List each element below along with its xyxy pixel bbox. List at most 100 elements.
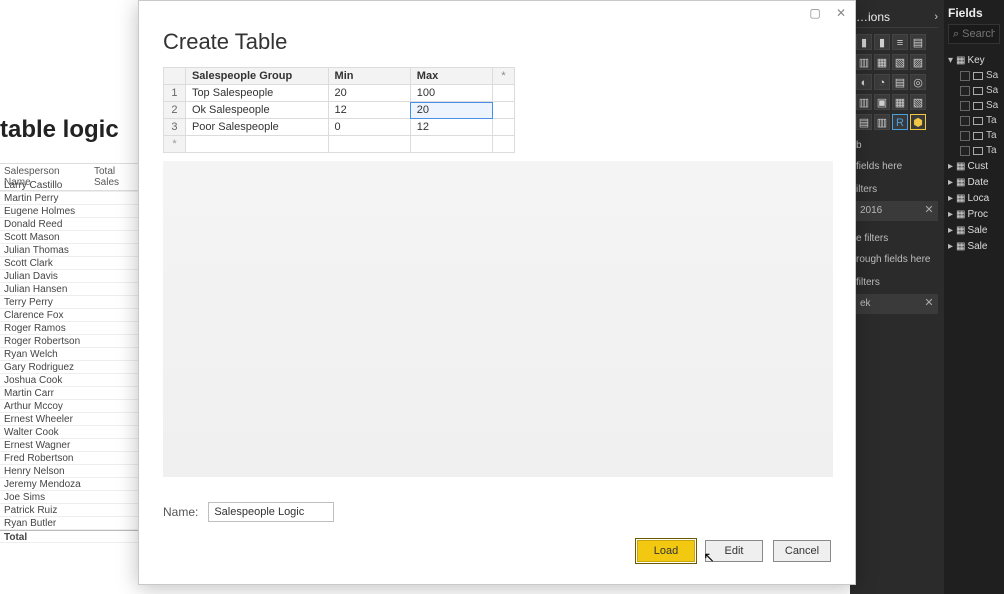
list-item[interactable]: Ernest Wagner	[0, 439, 138, 452]
checkbox-icon[interactable]	[960, 116, 970, 126]
chart-icon-4[interactable]: ▤	[910, 34, 926, 50]
col-header-group[interactable]: Salespeople Group	[185, 68, 328, 85]
table-row[interactable]: 3Poor Salespeople012	[164, 119, 515, 136]
list-item[interactable]: Scott Mason	[0, 231, 138, 244]
checkbox-icon[interactable]	[960, 101, 970, 111]
fields-drop-hint[interactable]: fields here	[856, 161, 938, 172]
table-name-input[interactable]	[208, 502, 334, 522]
list-item[interactable]: Roger Robertson	[0, 335, 138, 348]
list-item[interactable]: Arthur Mccoy	[0, 400, 138, 413]
chart-icon-10[interactable]: ◔	[874, 74, 890, 90]
cell-min[interactable]: 12	[328, 102, 410, 119]
field-group[interactable]: ▸▦Cust	[948, 158, 1000, 174]
r-visual-icon[interactable]: R	[892, 114, 908, 130]
cell-group[interactable]: Top Salespeople	[185, 85, 328, 102]
filter-chip-year[interactable]: 2016 ✕	[856, 201, 938, 221]
field-item[interactable]: Sa	[948, 83, 1000, 98]
fields-search[interactable]: ⌕	[948, 24, 1000, 44]
cell-extra[interactable]	[493, 136, 515, 153]
chart-icon-17[interactable]: ▤	[856, 114, 872, 130]
checkbox-icon[interactable]	[960, 86, 970, 96]
field-item[interactable]: Ta	[948, 143, 1000, 158]
list-item[interactable]: Ryan Butler	[0, 517, 138, 530]
chart-icon-14[interactable]: ▣	[874, 94, 890, 110]
chart-icon-16[interactable]: ▧	[910, 94, 926, 110]
field-group[interactable]: ▸▦Proc	[948, 206, 1000, 222]
list-item[interactable]: Joshua Cook	[0, 374, 138, 387]
cell-group[interactable]	[185, 136, 328, 153]
cell-extra[interactable]	[493, 102, 515, 119]
close-icon[interactable]: ✕	[923, 204, 935, 216]
chart-icon-8[interactable]: ▨	[910, 54, 926, 70]
list-item[interactable]: Donald Reed	[0, 218, 138, 231]
cell-extra[interactable]	[493, 85, 515, 102]
cell-group[interactable]: Poor Salespeople	[185, 119, 328, 136]
field-group-key[interactable]: ▾ ▦ Key	[948, 52, 1000, 68]
field-item[interactable]: Ta	[948, 113, 1000, 128]
table-row[interactable]: 1Top Salespeople20100	[164, 85, 515, 102]
cell-max[interactable]: 20	[410, 102, 492, 119]
list-item[interactable]: Henry Nelson	[0, 465, 138, 478]
list-item[interactable]: Eugene Holmes	[0, 205, 138, 218]
col-header-add[interactable]: *	[493, 68, 515, 85]
field-group[interactable]: ▸▦Sale	[948, 222, 1000, 238]
list-item[interactable]: Larry Castillo	[0, 179, 138, 192]
chevron-right-icon[interactable]: ›	[934, 11, 938, 23]
field-item[interactable]: Sa	[948, 68, 1000, 83]
list-item[interactable]: Joe Sims	[0, 491, 138, 504]
chart-icon-18[interactable]: ▥	[874, 114, 890, 130]
chart-icon-15[interactable]: ▦	[892, 94, 908, 110]
cell-min[interactable]: 0	[328, 119, 410, 136]
chart-icon-9[interactable]: ◐	[856, 74, 872, 90]
col-header-max[interactable]: Max	[410, 68, 492, 85]
list-item[interactable]: Ernest Wheeler	[0, 413, 138, 426]
list-item[interactable]: Terry Perry	[0, 296, 138, 309]
cell-max[interactable]: 100	[410, 85, 492, 102]
list-item[interactable]: Martin Perry	[0, 192, 138, 205]
cell-min[interactable]	[328, 136, 410, 153]
chart-icon-3[interactable]: ≡	[892, 34, 908, 50]
list-item[interactable]: Jeremy Mendoza	[0, 478, 138, 491]
chart-icon-13[interactable]: ▥	[856, 94, 872, 110]
checkbox-icon[interactable]	[960, 71, 970, 81]
cell-extra[interactable]	[493, 119, 515, 136]
load-button[interactable]: Load	[637, 540, 695, 562]
list-item[interactable]: Ryan Welch	[0, 348, 138, 361]
chart-icon-12[interactable]: ◎	[910, 74, 926, 90]
field-group[interactable]: ▸▦Loca	[948, 190, 1000, 206]
field-item[interactable]: Ta	[948, 128, 1000, 143]
table-row-new[interactable]: *	[164, 136, 515, 153]
field-group[interactable]: ▸▦Date	[948, 174, 1000, 190]
cell-max[interactable]	[410, 136, 492, 153]
fields-search-input[interactable]	[962, 28, 995, 40]
chart-icon-2[interactable]: ▮	[874, 34, 890, 50]
cell-max[interactable]: 12	[410, 119, 492, 136]
list-item[interactable]: Julian Davis	[0, 270, 138, 283]
chart-icon-6[interactable]: ▦	[874, 54, 890, 70]
field-group[interactable]: ▸▦Sale	[948, 238, 1000, 254]
drillthrough-hint[interactable]: rough fields here	[856, 254, 938, 265]
chart-icon-7[interactable]: ▧	[892, 54, 908, 70]
cell-group[interactable]: Ok Salespeople	[185, 102, 328, 119]
chart-icon-1[interactable]: ▮	[856, 34, 872, 50]
filter-chip-2[interactable]: ek ✕	[856, 294, 938, 314]
checkbox-icon[interactable]	[960, 131, 970, 141]
window-restore-icon[interactable]: ▢	[807, 5, 823, 21]
col-header-min[interactable]: Min	[328, 68, 410, 85]
chart-icon-5[interactable]: ▥	[856, 54, 872, 70]
py-visual-icon[interactable]: ⬢	[910, 114, 926, 130]
list-item[interactable]: Clarence Fox	[0, 309, 138, 322]
window-close-icon[interactable]: ✕	[833, 5, 849, 21]
cancel-button[interactable]: Cancel	[773, 540, 831, 562]
list-item[interactable]: Walter Cook	[0, 426, 138, 439]
checkbox-icon[interactable]	[960, 146, 970, 156]
chart-icon-11[interactable]: ▤	[892, 74, 908, 90]
list-item[interactable]: Fred Robertson	[0, 452, 138, 465]
list-item[interactable]: Scott Clark	[0, 257, 138, 270]
edit-button[interactable]: Edit	[705, 540, 763, 562]
cell-min[interactable]: 20	[328, 85, 410, 102]
list-item[interactable]: Martin Carr	[0, 387, 138, 400]
list-item[interactable]: Julian Hansen	[0, 283, 138, 296]
field-item[interactable]: Sa	[948, 98, 1000, 113]
list-item[interactable]: Patrick Ruiz	[0, 504, 138, 517]
